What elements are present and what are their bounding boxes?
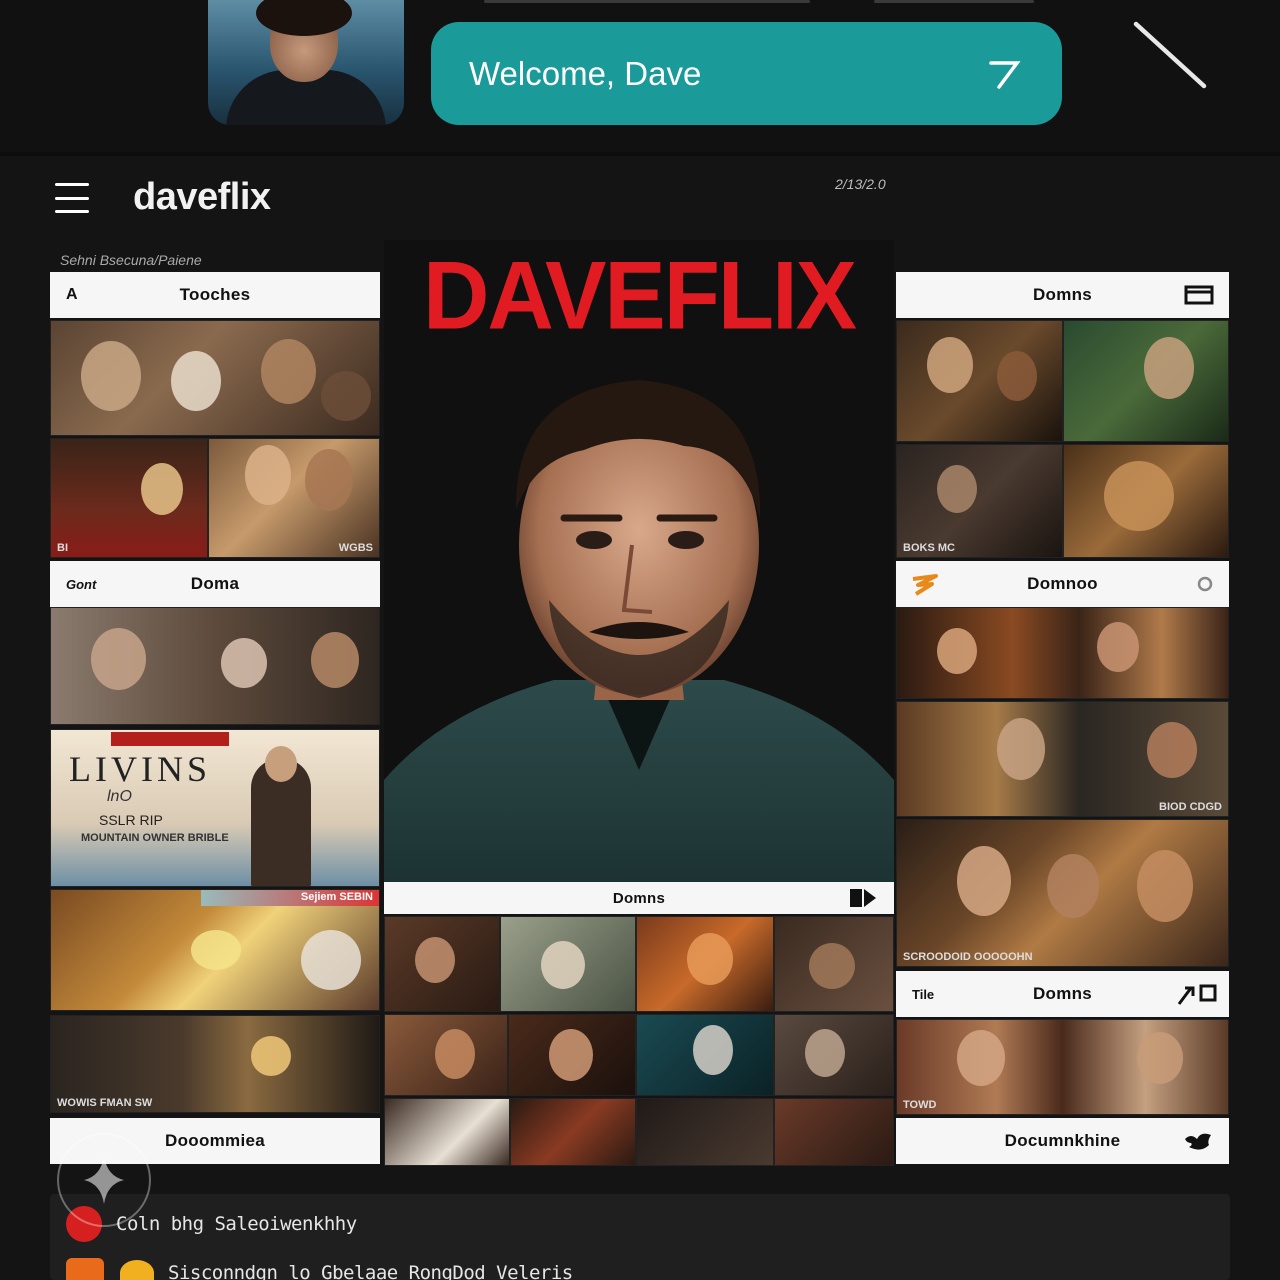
panel-label: Doma xyxy=(190,574,240,593)
panel-lead: Gont xyxy=(66,576,97,592)
panel-header-domns[interactable]: Domns xyxy=(896,272,1229,318)
tile-caption: BIOD CDGD xyxy=(1159,801,1222,813)
movie-thumbnail[interactable] xyxy=(384,916,500,1012)
panel-header-domns-center[interactable]: Domns xyxy=(384,882,894,914)
panel-label: Documnkhine xyxy=(1004,1131,1121,1150)
close-icon[interactable] xyxy=(1130,20,1210,92)
section-caption: Sehni Bsecuna/Paiene xyxy=(60,252,202,268)
tile-caption: BI xyxy=(57,542,68,554)
movie-thumbnail[interactable] xyxy=(636,1098,774,1166)
tile-caption: SCROODOID OOOOOHN xyxy=(903,951,1033,963)
movie-thumbnail[interactable]: WOWIS FMAN SW xyxy=(50,1015,380,1113)
panel-label: Domnoo xyxy=(1027,574,1098,593)
panel-lead: A xyxy=(66,286,78,303)
movie-thumbnail[interactable]: BI xyxy=(50,438,208,558)
panel-label: Domns xyxy=(612,889,666,907)
movie-poster-livins[interactable]: LIVINS lnO SSLR RIP MOUNTAIN OWNER BRIBL… xyxy=(50,729,380,887)
movie-thumbnail[interactable]: TOWD xyxy=(896,1019,1229,1115)
panel-label: Domns xyxy=(1032,285,1093,304)
welcome-text: Welcome, Dave xyxy=(469,54,702,92)
movie-thumbnail[interactable] xyxy=(636,1014,774,1096)
poster-line: MOUNTAIN OWNER BRIBLE xyxy=(81,832,229,844)
movie-thumbnail[interactable] xyxy=(896,320,1063,442)
movie-thumbnail[interactable]: Sejiem SEBIN xyxy=(50,889,380,1011)
movie-thumbnail[interactable] xyxy=(50,607,380,725)
movie-thumbnail[interactable] xyxy=(774,1098,894,1166)
movie-thumbnail[interactable] xyxy=(636,916,774,1012)
movie-thumbnail[interactable] xyxy=(384,1098,510,1166)
top-ghost-bar xyxy=(874,0,1034,3)
legend-row[interactable]: Sisconndgn lo Gbelaae RongDod Veleris xyxy=(66,1258,573,1280)
movie-thumbnail[interactable] xyxy=(508,1014,636,1096)
welcome-banner[interactable]: Welcome, Dave xyxy=(431,22,1062,125)
panel-header-tooches[interactable]: A Tooches xyxy=(50,272,380,318)
panel-header-domns-lower[interactable]: Tile Domns xyxy=(896,971,1229,1017)
tile-caption: TOWD xyxy=(903,1099,937,1111)
tile-banner: Sejiem SEBIN xyxy=(201,890,379,906)
expand-icon[interactable] xyxy=(1177,982,1219,1006)
bird-icon[interactable] xyxy=(1183,1129,1215,1153)
panel-label: Tooches xyxy=(179,285,251,304)
movie-thumbnail[interactable] xyxy=(774,916,894,1012)
movie-thumbnail[interactable] xyxy=(50,320,380,436)
top-ghost-bar xyxy=(484,0,810,3)
settings-icon[interactable] xyxy=(1183,572,1215,596)
poster-tag xyxy=(111,732,229,746)
movie-thumbnail[interactable] xyxy=(500,916,636,1012)
poster-line: SSLR RIP xyxy=(99,812,163,828)
legend-text: Sisconndgn lo Gbelaae RongDod Veleris xyxy=(168,1262,573,1280)
tile-caption: WGBS xyxy=(338,542,373,554)
movie-thumbnail[interactable] xyxy=(896,607,1229,699)
tile-caption: BOKS MC xyxy=(903,542,955,554)
movie-thumbnail[interactable] xyxy=(1063,320,1229,442)
movie-thumbnail[interactable] xyxy=(384,1014,508,1096)
play-icon[interactable] xyxy=(848,886,880,910)
hero-title: DAVEFLIX xyxy=(422,242,857,350)
flame-icon xyxy=(912,574,938,596)
bell-icon xyxy=(120,1260,154,1280)
movie-thumbnail[interactable]: WGBS xyxy=(208,438,380,558)
menu-icon[interactable] xyxy=(55,183,89,213)
movie-thumbnail[interactable]: BIOD CDGD xyxy=(896,701,1229,817)
brand-logo[interactable]: daveflix xyxy=(133,176,271,219)
panel-lead: Tile xyxy=(912,986,935,1002)
panel-header-doma[interactable]: Gont Doma xyxy=(50,561,380,607)
poster-title: LIVINS xyxy=(69,749,211,789)
movie-thumbnail[interactable] xyxy=(1063,444,1229,558)
tile-caption: Sejiem SEBIN xyxy=(300,891,373,903)
sparkle-watermark-icon xyxy=(57,1133,151,1227)
panel-header-domnoo[interactable]: Domnoo xyxy=(896,561,1229,607)
date-tag: 2/13/2.0 xyxy=(835,176,886,192)
poster-line: lnO xyxy=(107,788,132,805)
hero-portrait xyxy=(384,380,894,882)
movie-thumbnail[interactable]: BOKS MC xyxy=(896,444,1063,558)
panel-header-documentaries[interactable]: Documnkhine xyxy=(896,1118,1229,1164)
arrow-up-right-icon[interactable] xyxy=(984,54,1024,94)
avatar[interactable] xyxy=(208,0,404,125)
movie-thumbnail[interactable]: SCROODOID OOOOOHN xyxy=(896,819,1229,967)
hero-banner[interactable]: DAVEFLIX xyxy=(384,240,894,882)
tile-caption: WOWIS FMAN SW xyxy=(57,1097,153,1109)
movie-thumbnail[interactable] xyxy=(774,1014,894,1096)
fullscreen-icon[interactable] xyxy=(1183,283,1215,307)
folder-icon xyxy=(66,1258,104,1280)
movie-thumbnail[interactable] xyxy=(510,1098,636,1166)
